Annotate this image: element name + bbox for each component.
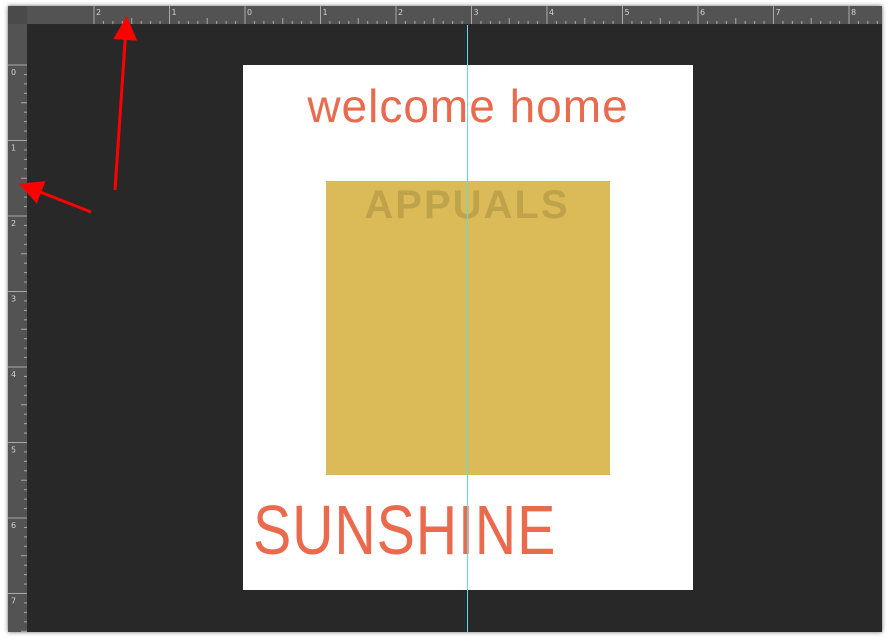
arrow-to-left-ruler <box>18 181 92 214</box>
arrow-to-top-ruler <box>113 16 138 191</box>
document-window: 21012345678 01234567 welcome home APPUAL… <box>8 6 882 632</box>
annotation-arrows <box>18 16 138 214</box>
